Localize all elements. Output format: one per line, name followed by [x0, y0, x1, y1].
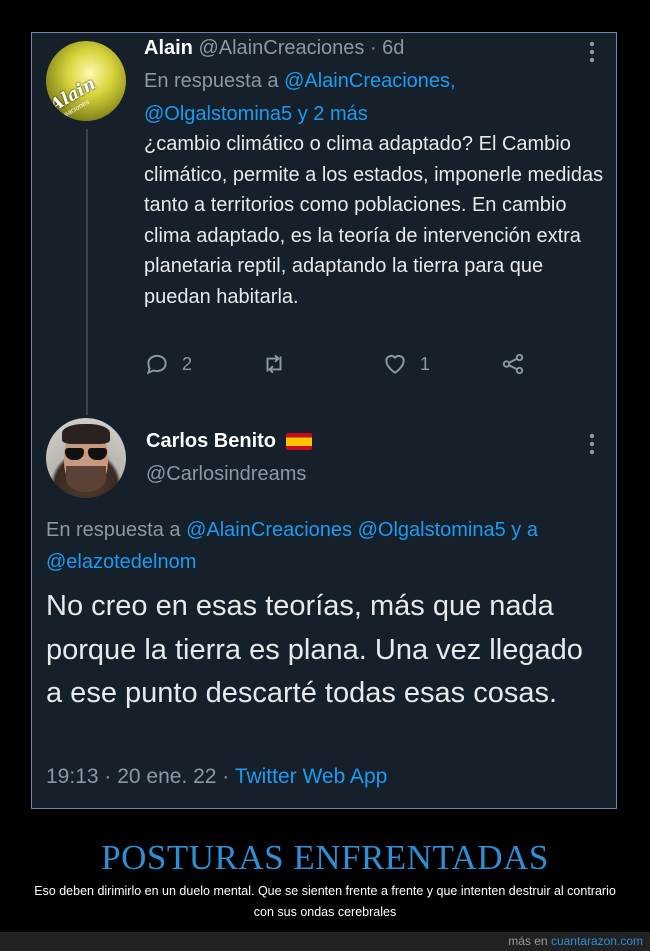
share-button[interactable] — [500, 351, 526, 377]
tweet1-author-name[interactable]: Alain — [144, 37, 193, 59]
tweet1-time[interactable]: · 6d — [370, 37, 404, 59]
tweet2-text: No creo en esas teorías, más que nada po… — [46, 590, 583, 709]
reply-prefix: En respuesta a — [46, 519, 181, 541]
reply-mentions-more[interactable]: @Olgalstomina5 y 2 más — [144, 103, 368, 125]
share-icon — [502, 353, 524, 375]
reply-icon — [146, 354, 167, 375]
avatar-glasses — [64, 448, 108, 460]
tweet2-timestamp[interactable]: 19:13 · 20 ene. 22 · — [46, 765, 229, 788]
footer-prefix: más en — [508, 934, 548, 948]
footer-site-link[interactable]: cuantarazon.com — [551, 934, 643, 948]
tweet1-actions: 2 1 — [144, 351, 564, 391]
tweet2-reply-context: En respuesta a @AlainCreaciones @Olgalst… — [46, 514, 606, 578]
footer-bar: más en cuantarazon.com — [0, 932, 650, 951]
reply-mentions[interactable]: @AlainCreaciones, — [284, 70, 456, 92]
retweet-icon — [266, 354, 282, 374]
more-icon[interactable] — [588, 41, 596, 63]
avatar-beard — [66, 466, 106, 492]
more-icon[interactable] — [588, 433, 596, 455]
retweet-button[interactable] — [261, 351, 287, 377]
reply-prefix: En respuesta a — [144, 70, 279, 92]
tweet2-meta: 19:13 · 20 ene. 22 · Twitter Web App — [46, 765, 387, 789]
tweet1-text: ¿cambio climático o clima adaptado? El C… — [144, 133, 604, 308]
spain-flag-icon — [286, 433, 313, 450]
like-icon — [385, 354, 405, 374]
caption-text: Eso deben dirimirlo en un duelo mental. … — [34, 884, 616, 919]
tweet1-header: Alain @AlainCreaciones · 6d — [144, 37, 404, 60]
tweet1-reply-context: En respuesta a @AlainCreaciones, @Olgals… — [144, 65, 604, 131]
tweet2-author-name[interactable]: Carlos Benito — [146, 430, 276, 453]
tweet2-author: Carlos Benito — [146, 430, 313, 453]
avatar-hair — [62, 424, 110, 444]
like-button[interactable]: 1 — [382, 351, 430, 377]
thread-line — [86, 129, 88, 415]
tweet2-source[interactable]: Twitter Web App — [235, 765, 388, 788]
tweet2-handle[interactable]: @Carlosindreams — [146, 463, 306, 486]
like-count: 1 — [420, 353, 431, 374]
tweet-screenshot: Alain Creaciones Alain @AlainCreaciones … — [31, 32, 617, 809]
reply-button[interactable]: 2 — [144, 351, 192, 377]
caption-title: POSTURAS ENFRENTADAS — [101, 838, 549, 877]
avatar-carlos[interactable] — [46, 418, 126, 498]
tweet1-handle[interactable]: @AlainCreaciones — [198, 37, 364, 59]
reply-count: 2 — [182, 353, 193, 374]
avatar-alain[interactable]: Alain Creaciones — [46, 41, 126, 121]
